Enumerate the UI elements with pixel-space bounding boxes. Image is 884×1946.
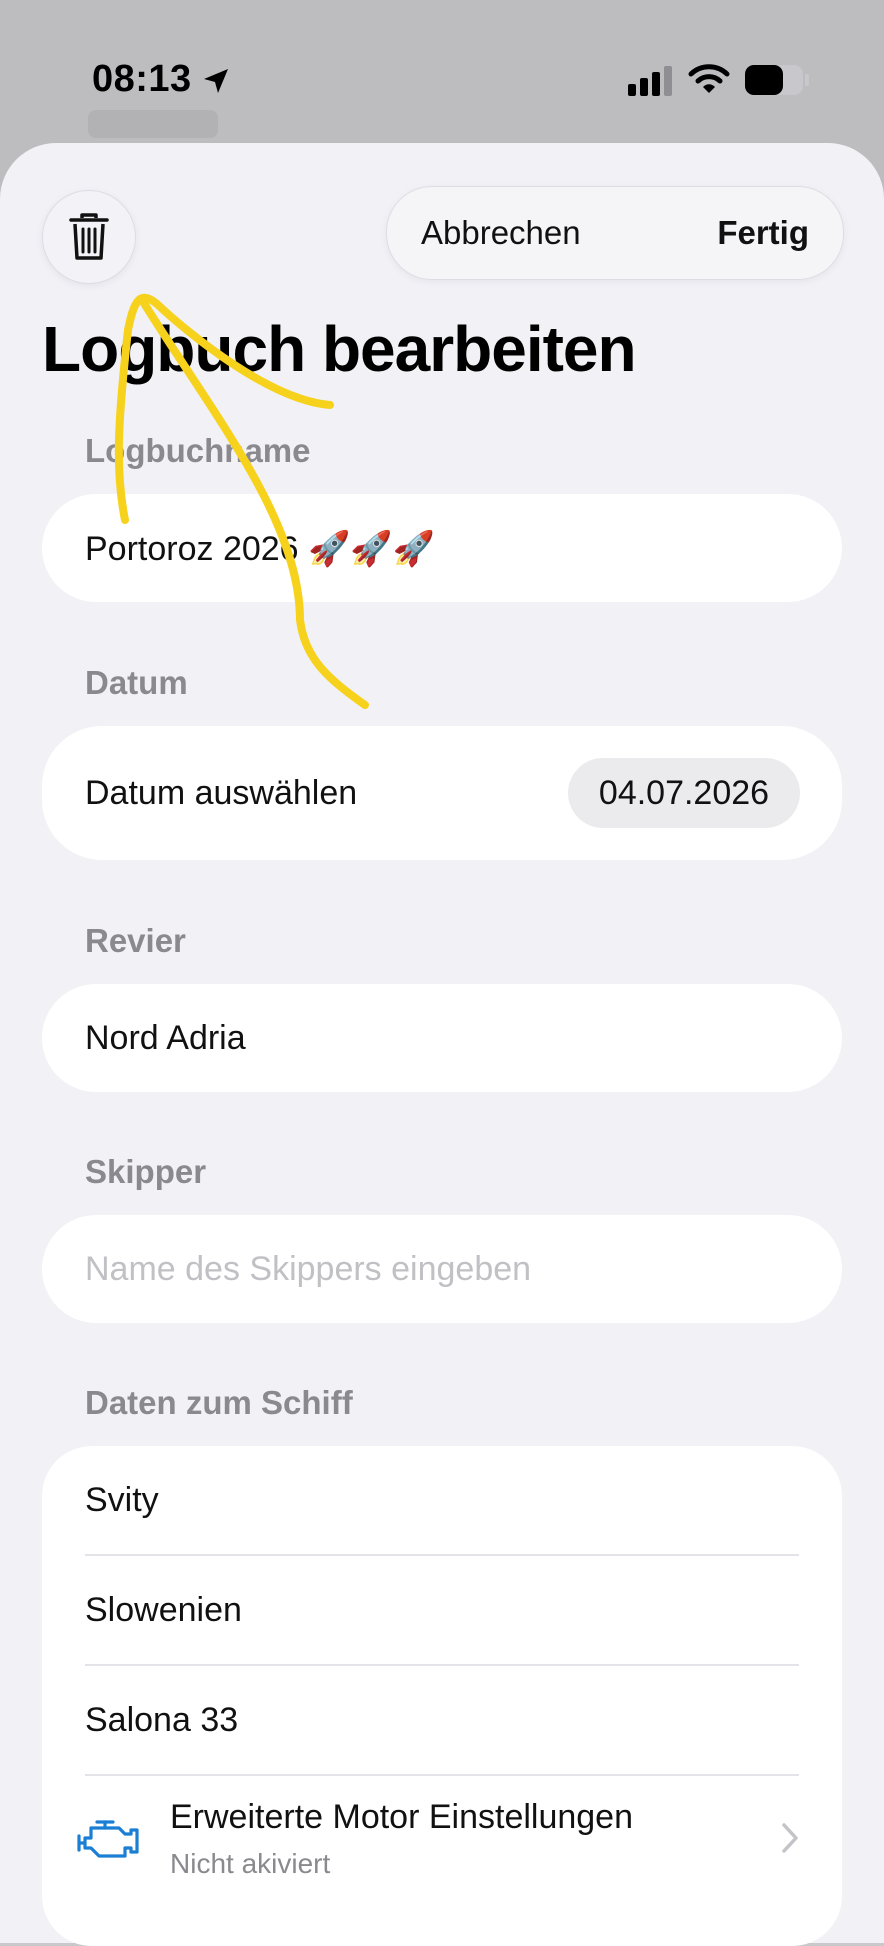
engine-icon: [77, 1820, 139, 1858]
chevron-right-icon: [782, 1823, 798, 1853]
page-title: Logbuch bearbeiten: [42, 313, 637, 385]
engine-settings-row[interactable]: Erweiterte Motor Einstellungen Nicht aki…: [77, 1776, 799, 1916]
ship-flag: Slowenien: [85, 1591, 242, 1629]
date-row-label: Datum auswählen: [85, 774, 358, 812]
area-field[interactable]: Nord Adria: [42, 984, 842, 1092]
cellular-signal-icon: [628, 66, 672, 96]
cancel-button[interactable]: Abbrechen: [421, 214, 581, 252]
header-actions: Abbrechen Fertig: [386, 186, 844, 280]
location-arrow-icon: [204, 69, 228, 93]
wifi-icon: [688, 64, 730, 93]
logbook-name-label: Logbuchname: [85, 432, 311, 469]
trash-icon: [69, 213, 109, 260]
status-bar: 08:13: [0, 0, 884, 140]
logbook-name-field[interactable]: Portoroz 2026 🚀🚀🚀: [42, 494, 842, 602]
engine-settings-status: Nicht akiviert: [170, 1848, 331, 1879]
engine-settings-title: Erweiterte Motor Einstellungen: [170, 1798, 634, 1836]
status-time: 08:13: [92, 58, 192, 100]
ship-name: Svity: [85, 1481, 159, 1519]
date-picker-button[interactable]: 04.07.2026: [568, 758, 800, 828]
area-value: Nord Adria: [85, 1019, 246, 1057]
date-label: Datum: [85, 664, 188, 701]
skipper-label: Skipper: [85, 1153, 207, 1190]
ship-data-label: Daten zum Schiff: [85, 1384, 353, 1421]
ship-name-row[interactable]: Svity: [85, 1446, 799, 1556]
ship-data-group: Svity Slowenien Salona 33 Erweiterte Mot…: [42, 1446, 842, 1946]
skipper-placeholder: Name des Skippers eingeben: [85, 1250, 532, 1288]
logbook-name-value: Portoroz 2026 🚀🚀🚀: [85, 530, 436, 568]
ship-model: Salona 33: [85, 1701, 239, 1739]
area-label: Revier: [85, 922, 186, 959]
battery-icon: [745, 65, 809, 95]
skipper-field[interactable]: Name des Skippers eingeben: [42, 1215, 842, 1323]
ship-model-row[interactable]: Salona 33: [85, 1666, 799, 1776]
date-row: Datum auswählen 04.07.2026: [42, 726, 842, 860]
delete-button[interactable]: [42, 190, 136, 284]
done-button[interactable]: Fertig: [717, 214, 809, 252]
ship-flag-row[interactable]: Slowenien: [85, 1556, 799, 1666]
